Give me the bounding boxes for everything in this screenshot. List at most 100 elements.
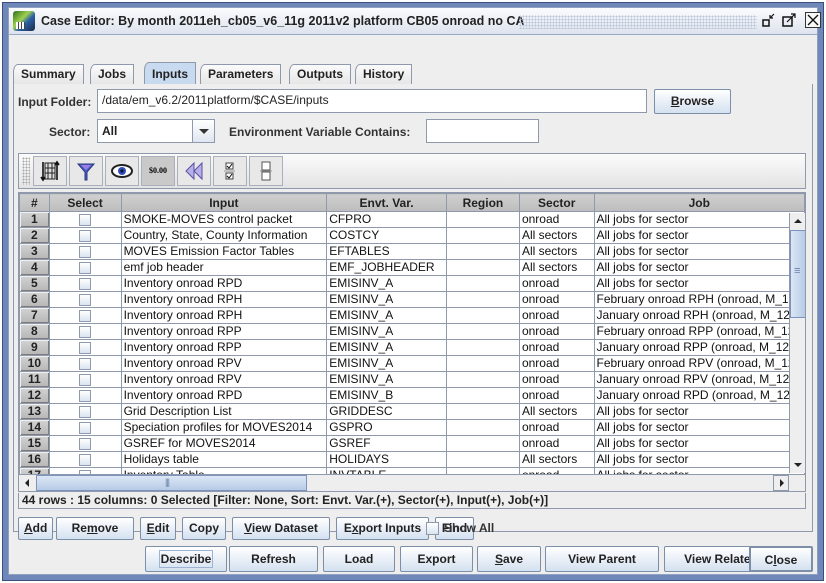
table-row[interactable]: 14 Speciation profiles for MOVES2014 GSPRO… — [19, 419, 805, 436]
select-checkbox[interactable] — [79, 229, 92, 242]
cell-input[interactable]: Inventory onroad RPV — [120, 355, 328, 372]
tab-history[interactable]: History — [355, 64, 413, 84]
cell-region[interactable] — [445, 323, 520, 340]
cell-job[interactable]: All jobs for sector — [593, 451, 805, 468]
cell-region[interactable] — [445, 387, 520, 404]
show-all-check[interactable] — [426, 521, 439, 535]
row-select-checkbox[interactable] — [48, 355, 122, 372]
export-button[interactable]: Export — [400, 546, 473, 572]
env-var-field[interactable] — [426, 119, 539, 143]
select-checkbox[interactable] — [79, 341, 92, 354]
row-select-checkbox[interactable] — [48, 307, 122, 324]
row-number[interactable]: 5 — [19, 275, 50, 292]
cell-input[interactable]: Inventory onroad RPD — [120, 387, 328, 404]
cell-job[interactable]: January onroad RPH (onroad, M_12_ — [593, 307, 805, 324]
cell-envt-var[interactable]: EMISINV_A — [326, 307, 447, 324]
select-checkbox[interactable] — [79, 421, 92, 434]
table-row[interactable]: 16 Holidays table HOLIDAYS All sectors All j… — [19, 451, 805, 468]
scroll-up-icon[interactable] — [790, 213, 805, 229]
table-row[interactable]: 11 Inventory onroad RPV EMISINV_A onroad Jan… — [19, 371, 805, 388]
cell-envt-var[interactable]: EFTABLES — [326, 243, 447, 260]
cell-sector[interactable]: onroad — [518, 435, 595, 452]
vertical-scrollbar[interactable] — [789, 213, 805, 473]
column-header-job[interactable]: Job — [593, 193, 805, 212]
cell-region[interactable] — [445, 419, 520, 436]
browse-button[interactable]: Browse — [654, 89, 731, 114]
cell-envt-var[interactable]: EMF_JOBHEADER — [326, 259, 447, 276]
row-select-checkbox[interactable] — [48, 227, 122, 244]
cell-job[interactable]: February onroad RPP (onroad, M_12_ — [593, 323, 805, 340]
row-select-checkbox[interactable] — [48, 291, 122, 308]
cell-sector[interactable]: onroad — [518, 419, 595, 436]
cell-sector[interactable]: onroad — [518, 339, 595, 356]
close-button[interactable]: Close — [749, 546, 813, 572]
select-checkbox[interactable] — [79, 405, 92, 418]
row-select-checkbox[interactable] — [48, 243, 122, 260]
row-select-checkbox[interactable] — [48, 451, 122, 468]
row-number[interactable]: 13 — [19, 403, 50, 420]
row-select-checkbox[interactable] — [48, 435, 122, 452]
cell-region[interactable] — [445, 211, 520, 228]
cell-job[interactable]: All jobs for sector — [593, 419, 805, 436]
cell-job[interactable]: All jobs for sector — [593, 243, 805, 260]
cell-envt-var[interactable]: EMISINV_A — [326, 355, 447, 372]
chevron-down-icon[interactable] — [192, 120, 214, 142]
cell-sector[interactable]: onroad — [518, 211, 595, 228]
row-number[interactable]: 11 — [19, 371, 50, 388]
cell-envt-var[interactable]: EMISINV_A — [326, 275, 447, 292]
cell-input[interactable]: Country, State, County Information — [120, 227, 328, 244]
cell-region[interactable] — [445, 403, 520, 420]
view-parent-button[interactable]: View Parent — [545, 546, 659, 572]
table-row[interactable]: 4 emf job header EMF_JOBHEADER All sectors A… — [19, 259, 805, 276]
scroll-down-icon[interactable] — [790, 457, 805, 473]
table-row[interactable]: 1 SMOKE-MOVES control packet CFPRO onroad Al… — [19, 211, 805, 228]
select-checkbox[interactable] — [79, 293, 92, 306]
cell-region[interactable] — [445, 259, 520, 276]
horizontal-scrollbar[interactable] — [19, 474, 805, 491]
table-row[interactable]: 2 Country, State, County Information COSTC… — [19, 227, 805, 244]
select-checkbox[interactable] — [79, 277, 92, 290]
cell-region[interactable] — [445, 435, 520, 452]
select-checkbox[interactable] — [79, 453, 92, 466]
select-checkbox[interactable] — [79, 213, 92, 226]
tab-jobs[interactable]: Jobs — [90, 64, 135, 84]
row-select-checkbox[interactable] — [48, 323, 122, 340]
column-header-region[interactable]: Region — [445, 193, 520, 212]
column-header-sector[interactable]: Sector — [518, 193, 595, 212]
cell-job[interactable]: January onroad RPV (onroad, M_12_ — [593, 371, 805, 388]
table-row[interactable]: 3 MOVES Emission Factor Tables EFTABLES All… — [19, 243, 805, 260]
view-button[interactable] — [105, 156, 139, 186]
cell-input[interactable]: Speciation profiles for MOVES2014 — [120, 419, 328, 436]
show-all-checkbox[interactable]: Show All — [426, 520, 494, 536]
column-header-select[interactable]: Select — [48, 193, 122, 212]
cell-job[interactable]: All jobs for sector — [593, 403, 805, 420]
cell-input[interactable]: emf job header — [120, 259, 328, 276]
cell-job[interactable]: February onroad RPH (onroad, M_12_ — [593, 291, 805, 308]
table-row[interactable]: 15 GSREF for MOVES2014 GSREF onroad All jobs… — [19, 435, 805, 452]
tab-outputs[interactable]: Outputs — [289, 64, 351, 84]
close-icon[interactable] — [805, 12, 821, 28]
save-button[interactable]: Save — [477, 546, 541, 572]
filter-button[interactable] — [69, 156, 103, 186]
tab-parameters[interactable]: Parameters — [200, 64, 282, 84]
row-select-checkbox[interactable] — [48, 403, 122, 420]
select-checkbox[interactable] — [79, 245, 92, 258]
cell-envt-var[interactable]: EMISINV_A — [326, 291, 447, 308]
row-number[interactable]: 3 — [19, 243, 50, 260]
column-header-envt-var[interactable]: Envt. Var. — [326, 193, 447, 212]
table-row[interactable]: 9 Inventory onroad RPP EMISINV_A onroad Janu… — [19, 339, 805, 356]
table-row[interactable]: 8 Inventory onroad RPP EMISINV_A onroad Febr… — [19, 323, 805, 340]
cell-sector[interactable]: onroad — [518, 307, 595, 324]
row-select-checkbox[interactable] — [48, 259, 122, 276]
row-number[interactable]: 10 — [19, 355, 50, 372]
scroll-right-icon[interactable] — [773, 475, 789, 491]
cell-envt-var[interactable]: HOLIDAYS — [326, 451, 447, 468]
horizontal-scroll-thumb[interactable] — [36, 475, 307, 491]
table-row[interactable]: 12 Inventory onroad RPD EMISINV_B onroad Jan… — [19, 387, 805, 404]
edit-button[interactable]: Edit — [140, 517, 176, 540]
cell-job[interactable]: All jobs for sector — [593, 227, 805, 244]
cell-input[interactable]: Holidays table — [120, 451, 328, 468]
scroll-left-icon[interactable] — [19, 475, 35, 491]
reset-button[interactable] — [177, 156, 211, 186]
cell-sector[interactable]: onroad — [518, 355, 595, 372]
